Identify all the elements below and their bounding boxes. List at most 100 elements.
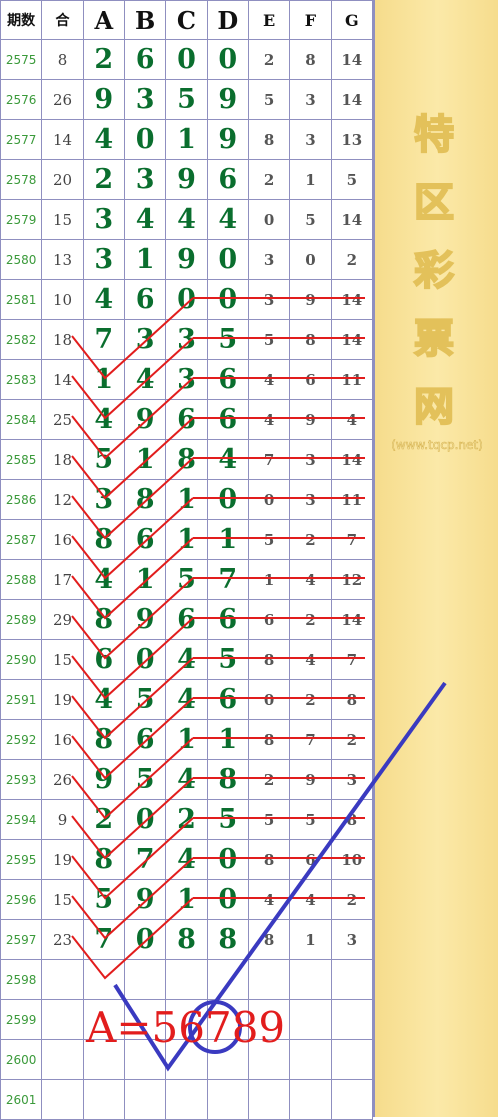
e-cell: 8 — [247, 719, 291, 760]
table-row: 2593 26 9 5 4 8 2 9 3 — [0, 759, 374, 800]
digit-b-cell: 4 — [123, 359, 167, 400]
digit-b-cell: 3 — [123, 79, 167, 120]
f-cell — [289, 1039, 332, 1080]
e-cell: 5 — [247, 799, 291, 840]
e-cell: 0 — [247, 679, 291, 720]
table-row: 2585 18 5 1 8 4 7 3 14 — [0, 439, 374, 480]
digit-a-cell: 8 — [82, 519, 125, 560]
digit-c-cell: 9 — [165, 159, 208, 200]
digit-b-cell: 0 — [123, 799, 167, 840]
sum-cell: 18 — [41, 319, 84, 360]
table-row: 2588 17 4 1 5 7 1 4 12 — [0, 559, 374, 600]
f-cell: 2 — [289, 519, 332, 560]
digit-a-cell: 4 — [82, 679, 125, 720]
period-cell: 2589 — [0, 599, 43, 640]
digit-d-cell: 9 — [206, 119, 249, 160]
g-cell: 8 — [330, 799, 374, 840]
f-cell: 7 — [289, 719, 332, 760]
period-cell: 2585 — [0, 439, 43, 480]
digit-d-cell: 1 — [206, 719, 249, 760]
table-row: 2575 8 2 6 0 0 2 8 14 — [0, 39, 374, 80]
f-cell: 5 — [289, 799, 332, 840]
digit-d-cell: 0 — [206, 479, 249, 520]
digit-a-cell: 4 — [82, 279, 125, 320]
digit-b-cell: 6 — [123, 719, 167, 760]
e-cell: 8 — [247, 919, 291, 960]
g-cell: 5 — [330, 159, 374, 200]
f-cell: 3 — [289, 79, 332, 120]
table-row: 2581 10 4 6 0 0 3 9 14 — [0, 279, 374, 320]
e-cell: 8 — [247, 839, 291, 880]
digit-c-cell: 3 — [165, 359, 208, 400]
f-cell — [289, 959, 332, 1000]
digit-b-cell — [123, 959, 167, 1000]
g-cell: 14 — [330, 279, 374, 320]
sum-cell — [41, 1079, 84, 1120]
f-cell: 6 — [289, 359, 332, 400]
period-cell: 2597 — [0, 919, 43, 960]
digit-c-cell: 1 — [165, 719, 208, 760]
period-cell: 2600 — [0, 1039, 43, 1080]
g-cell: 14 — [330, 599, 374, 640]
brand-char-5: 网 — [413, 383, 455, 431]
header-g: G — [330, 0, 374, 40]
g-cell: 3 — [330, 919, 374, 960]
g-cell: 14 — [330, 199, 374, 240]
sum-cell: 10 — [41, 279, 84, 320]
digit-b-cell: 0 — [123, 919, 167, 960]
digit-d-cell: 4 — [206, 199, 249, 240]
period-cell: 2575 — [0, 39, 43, 80]
period-cell: 2598 — [0, 959, 43, 1000]
table-row: 2579 15 3 4 4 4 0 5 14 — [0, 199, 374, 240]
digit-b-cell: 9 — [123, 599, 167, 640]
table-row: 2601 — [0, 1079, 374, 1120]
e-cell: 5 — [247, 79, 291, 120]
digit-b-cell: 1 — [123, 439, 167, 480]
digit-c-cell — [165, 959, 208, 1000]
g-cell: 4 — [330, 399, 374, 440]
g-cell: 14 — [330, 79, 374, 120]
sum-cell: 19 — [41, 839, 84, 880]
digit-a-cell: 2 — [82, 159, 125, 200]
digit-d-cell: 5 — [206, 639, 249, 680]
sum-cell: 25 — [41, 399, 84, 440]
g-cell: 7 — [330, 519, 374, 560]
period-cell: 2577 — [0, 119, 43, 160]
digit-a-cell: 3 — [82, 239, 125, 280]
table-row: 2587 16 8 6 1 1 5 2 7 — [0, 519, 374, 560]
period-cell: 2588 — [0, 559, 43, 600]
e-cell: 7 — [247, 439, 291, 480]
digit-a-cell: 9 — [82, 79, 125, 120]
sum-cell: 14 — [41, 359, 84, 400]
table-row: 2596 15 5 9 1 0 4 4 2 — [0, 879, 374, 920]
digit-a-cell: 5 — [82, 879, 125, 920]
digit-c-cell: 4 — [165, 759, 208, 800]
digit-d-cell: 8 — [206, 759, 249, 800]
sum-cell: 16 — [41, 719, 84, 760]
e-cell — [247, 1079, 291, 1120]
f-cell: 9 — [289, 759, 332, 800]
e-cell: 8 — [247, 119, 291, 160]
digit-b-cell: 1 — [123, 559, 167, 600]
digit-b-cell: 8 — [123, 479, 167, 520]
digit-b-cell: 3 — [123, 319, 167, 360]
period-cell: 2593 — [0, 759, 43, 800]
period-cell: 2576 — [0, 79, 43, 120]
table-row: 2590 15 6 0 4 5 8 4 7 — [0, 639, 374, 680]
e-cell: 1 — [247, 559, 291, 600]
digit-a-cell: 9 — [82, 759, 125, 800]
e-cell: 2 — [247, 159, 291, 200]
digit-d-cell — [206, 1079, 249, 1120]
e-cell: 4 — [247, 879, 291, 920]
digit-a-cell: 8 — [82, 719, 125, 760]
sum-cell — [41, 1039, 84, 1080]
digit-b-cell: 9 — [123, 879, 167, 920]
period-cell: 2601 — [0, 1079, 43, 1120]
header-c: C — [165, 0, 208, 40]
digit-b-cell: 6 — [123, 519, 167, 560]
f-cell: 5 — [289, 199, 332, 240]
digit-b-cell: 0 — [123, 119, 167, 160]
g-cell: 14 — [330, 319, 374, 360]
table-row: 2577 14 4 0 1 9 8 3 13 — [0, 119, 374, 160]
f-cell: 2 — [289, 679, 332, 720]
